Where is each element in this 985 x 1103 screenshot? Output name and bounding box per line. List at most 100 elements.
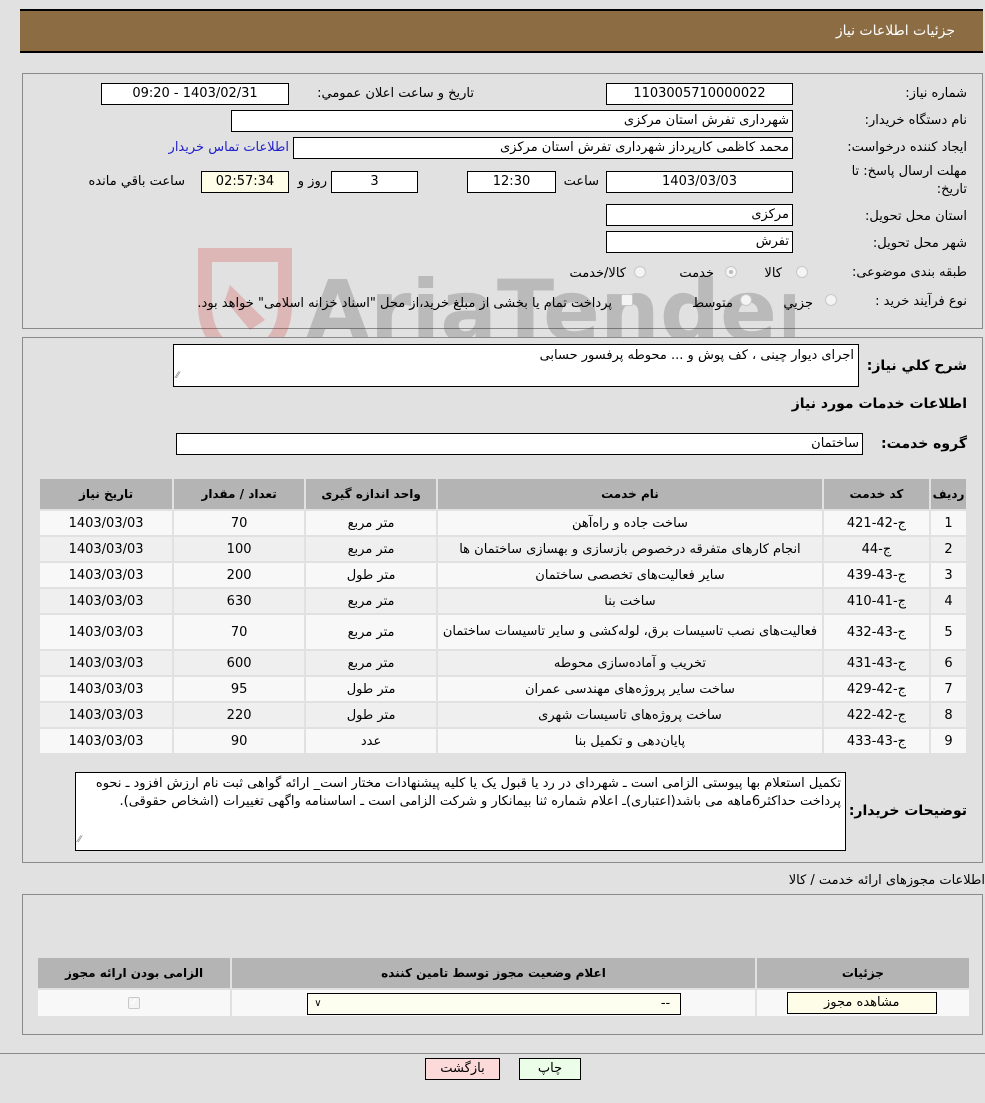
col-service-name: نام خدمت bbox=[438, 479, 822, 509]
permits-table-header: جزئیات اعلام وضعیت مجوز توسط تامین کننده… bbox=[38, 958, 969, 988]
cell-row-number: 5 bbox=[931, 615, 966, 649]
process-label: نوع فرآیند خرید : bbox=[875, 294, 967, 309]
cell-service-code: ج-42-429 bbox=[823, 677, 930, 701]
cell-unit: متر طول bbox=[306, 563, 437, 587]
cell-row-number: 9 bbox=[931, 729, 966, 753]
cell-need-date: 1403/03/03 bbox=[40, 729, 173, 753]
cell-service-code: ج-42-422 bbox=[823, 703, 930, 727]
services-heading: اطلاعات خدمات مورد نیاز bbox=[791, 396, 967, 412]
need-number-label: شماره نیاز: bbox=[905, 86, 967, 101]
cell-quantity: 90 bbox=[174, 729, 305, 753]
chevron-down-icon: ∨ bbox=[314, 998, 322, 1009]
resize-grip-icon[interactable]: ⁄⁄ bbox=[78, 831, 81, 849]
buyer-notes-text: تکمیل استعلام بها پیوستی الزامی است ـ شه… bbox=[95, 776, 841, 809]
cell-quantity: 600 bbox=[174, 651, 305, 675]
cell-quantity: 70 bbox=[174, 511, 305, 535]
remaining-time-label: ساعت باقي مانده bbox=[88, 174, 185, 189]
category-radio-service[interactable] bbox=[725, 266, 737, 278]
days-remaining-field: 3 bbox=[331, 171, 418, 193]
table-row: 8 ج-42-422 ساخت پروژه‌های تاسیسات شهری متر … bbox=[40, 703, 966, 727]
table-row: 3 ج-43-439 سایر فعالیت‌های تخصصی ساختمان مت… bbox=[40, 563, 966, 587]
cell-service-code: ج-44 bbox=[823, 537, 930, 561]
cell-need-date: 1403/03/03 bbox=[40, 537, 173, 561]
table-row: 4 ج-41-410 ساخت بنا متر مربع 630 1403/03/03 bbox=[40, 589, 966, 613]
page-title: جزئیات اطلاعات نیاز bbox=[835, 23, 955, 39]
buyer-notes-label: توضیحات خریدار: bbox=[848, 803, 967, 819]
table-row: 1 ج-42-421 ساخت جاده و راه‌آهن متر مربع 70 14… bbox=[40, 511, 966, 535]
cell-service-name: تخریب و آماده‌سازی محوطه bbox=[438, 651, 822, 675]
col-need-date: تاریخ نیاز bbox=[40, 479, 173, 509]
cell-row-number: 1 bbox=[931, 511, 966, 535]
cell-service-name: ساخت پروژه‌های تاسیسات شهری bbox=[438, 703, 822, 727]
table-row: 5 ج-43-432 فعالیت‌های نصب تاسیسات برق، لول… bbox=[40, 615, 966, 649]
cell-quantity: 220 bbox=[174, 703, 305, 727]
cell-row-number: 7 bbox=[931, 677, 966, 701]
cell-service-name: ساخت بنا bbox=[438, 589, 822, 613]
col-quantity: تعداد / مقدار bbox=[174, 479, 305, 509]
deadline-time-label: ساعت bbox=[563, 174, 599, 189]
cell-service-name: سایر فعالیت‌های تخصصی ساختمان bbox=[438, 563, 822, 587]
deadline-label-date: تاریخ: bbox=[936, 182, 967, 197]
deadline-label: مهلت ارسال پاسخ: تا bbox=[851, 164, 967, 179]
description-label: شرح کلي نیاز: bbox=[866, 358, 967, 374]
category-option-goods-service: کالا/خدمت bbox=[569, 266, 626, 281]
cell-quantity: 630 bbox=[174, 589, 305, 613]
col-row-number: ردیف bbox=[931, 479, 966, 509]
process-radio-medium[interactable] bbox=[740, 294, 752, 306]
cell-service-name: ساخت سایر پروژه‌های مهندسی عمران bbox=[438, 677, 822, 701]
requester-field: محمد کاظمی کارپرداز شهرداری تفرش استان م… bbox=[293, 137, 793, 159]
cell-need-date: 1403/03/03 bbox=[40, 563, 173, 587]
treasury-checkbox[interactable] bbox=[621, 294, 633, 306]
cell-unit: متر مربع bbox=[306, 615, 437, 649]
buyer-org-field: شهرداری تفرش استان مرکزی bbox=[231, 110, 793, 132]
province-label: استان محل تحویل: bbox=[865, 209, 967, 224]
back-button[interactable]: بازگشت bbox=[425, 1058, 500, 1080]
need-number-field: 1103005710000022 bbox=[606, 83, 793, 105]
print-button[interactable]: چاپ bbox=[519, 1058, 581, 1080]
services-table-header: ردیف کد خدمت نام خدمت واحد اندازه گیری ت… bbox=[40, 479, 966, 509]
cell-row-number: 3 bbox=[931, 563, 966, 587]
cell-row-number: 4 bbox=[931, 589, 966, 613]
service-group-field: ساختمان bbox=[176, 433, 863, 455]
category-option-service: خدمت bbox=[679, 266, 714, 281]
process-option-medium: متوسط bbox=[692, 296, 733, 311]
treasury-note: پرداخت تمام یا بخشی از مبلغ خرید،از محل … bbox=[197, 296, 612, 311]
cell-service-code: ج-42-421 bbox=[823, 511, 930, 535]
buyer-notes-textarea[interactable]: تکمیل استعلام بها پیوستی الزامی است ـ شه… bbox=[75, 772, 846, 851]
category-radio-goods-service[interactable] bbox=[634, 266, 646, 278]
deadline-date-field: 1403/03/03 bbox=[606, 171, 793, 193]
cell-quantity: 200 bbox=[174, 563, 305, 587]
cell-service-code: ج-43-432 bbox=[823, 615, 930, 649]
buyer-contact-link[interactable]: اطلاعات تماس خریدار bbox=[169, 140, 289, 155]
permit-status-select[interactable]: ∨ -- bbox=[307, 993, 682, 1015]
process-radio-minor[interactable] bbox=[825, 294, 837, 306]
cell-service-code: ج-43-439 bbox=[823, 563, 930, 587]
process-option-minor: جزيي bbox=[783, 296, 813, 311]
cell-quantity: 95 bbox=[174, 677, 305, 701]
cell-unit: متر مربع bbox=[306, 537, 437, 561]
cell-unit: متر مربع bbox=[306, 511, 437, 535]
permit-details-cell: مشاهده مجوز bbox=[756, 990, 969, 1016]
cell-row-number: 6 bbox=[931, 651, 966, 675]
service-group-label: گروه خدمت: bbox=[881, 436, 967, 452]
col-service-code: کد خدمت bbox=[823, 479, 930, 509]
cell-need-date: 1403/03/03 bbox=[40, 589, 173, 613]
table-row: 9 ج-43-433 پایان‌دهی و تکمیل بنا عدد 90 1403/… bbox=[40, 729, 966, 753]
cell-service-name: فعالیت‌های نصب تاسیسات برق، لوله‌کشی و س… bbox=[438, 615, 822, 649]
resize-grip-icon[interactable]: ⁄⁄ bbox=[176, 367, 179, 385]
category-radio-goods[interactable] bbox=[796, 266, 808, 278]
cell-service-name: انجام کارهای متفرقه درخصوص بازسازی و بهس… bbox=[438, 537, 822, 561]
cell-quantity: 100 bbox=[174, 537, 305, 561]
footer-divider bbox=[0, 1053, 985, 1054]
permit-status-cell: ∨ -- bbox=[232, 990, 755, 1016]
cell-service-name: ساخت جاده و راه‌آهن bbox=[438, 511, 822, 535]
description-text: اجرای دیوار چینی ، کف پوش و ... محوطه پر… bbox=[539, 348, 854, 363]
view-permit-button[interactable]: مشاهده مجوز bbox=[786, 992, 937, 1014]
days-label: روز و bbox=[297, 174, 327, 189]
description-textarea[interactable]: اجرای دیوار چینی ، کف پوش و ... محوطه پر… bbox=[173, 344, 859, 387]
announce-date-label: تاریخ و ساعت اعلان عمومي: bbox=[317, 86, 474, 101]
province-field: مرکزی bbox=[606, 204, 793, 226]
services-table: ردیف کد خدمت نام خدمت واحد اندازه گیری ت… bbox=[38, 477, 968, 755]
cell-unit: متر مربع bbox=[306, 589, 437, 613]
cell-quantity: 70 bbox=[174, 615, 305, 649]
